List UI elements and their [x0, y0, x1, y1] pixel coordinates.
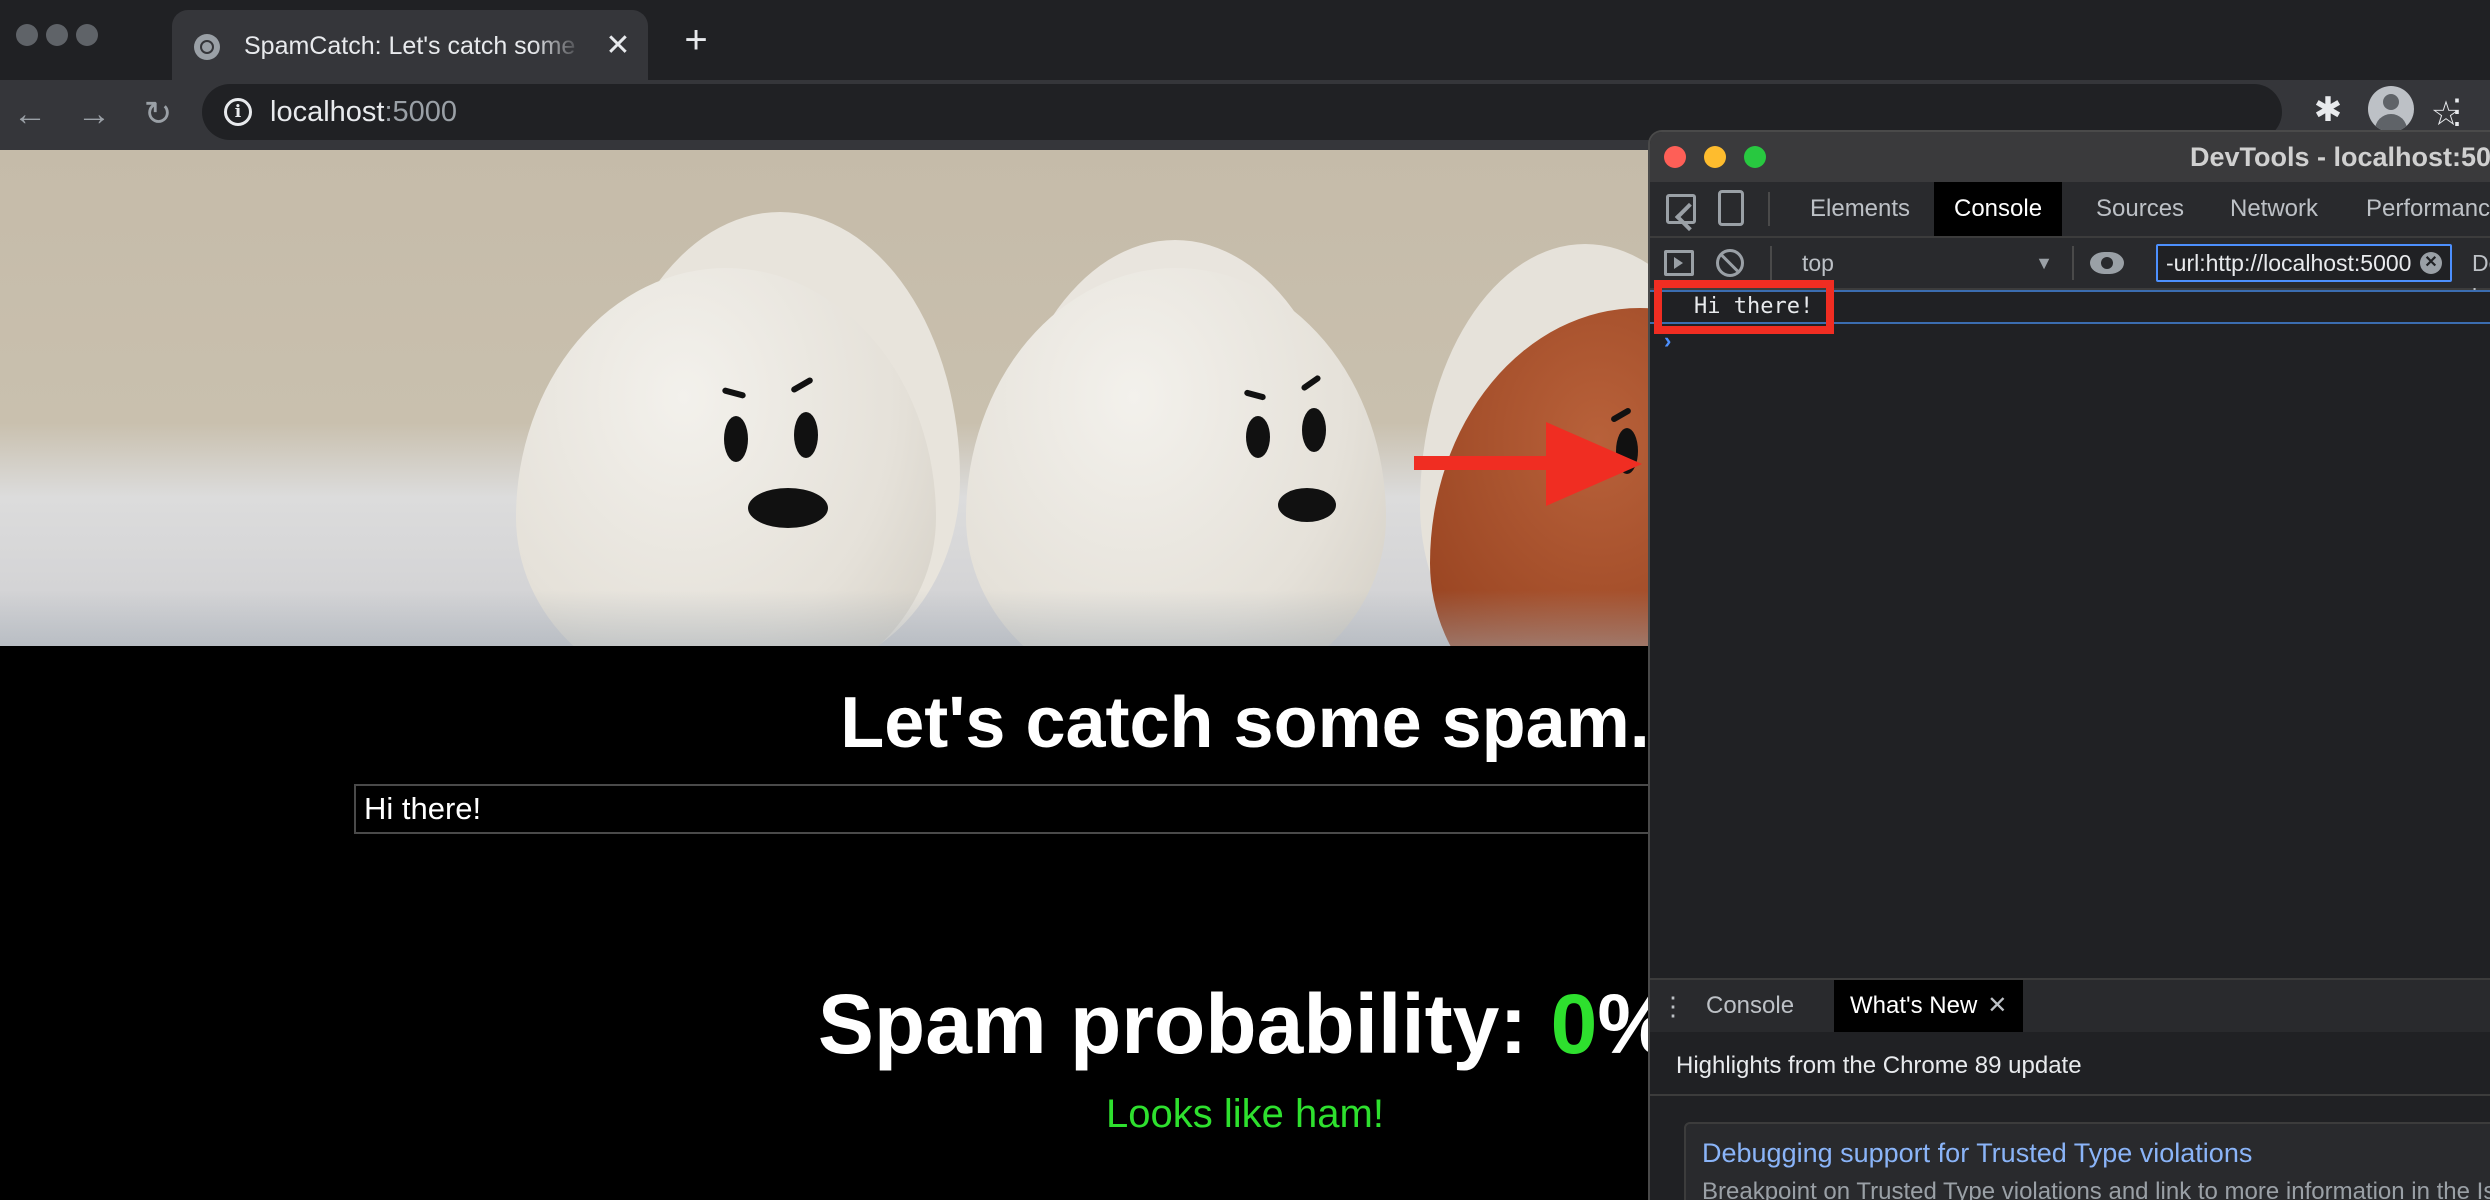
js-context-select[interactable]: top — [1792, 246, 2072, 280]
devtools-titlebar: DevTools - localhost:5000 — [1650, 132, 2490, 182]
window-zoom-button[interactable] — [76, 24, 98, 46]
probability-label: Spam probability: — [817, 977, 1551, 1071]
console-prompt-icon[interactable]: › — [1664, 328, 1671, 354]
devtools-title: DevTools - localhost:5000 — [2190, 142, 2490, 172]
globe-icon — [194, 34, 220, 60]
drawer-menu-icon[interactable]: ⋮ — [1660, 990, 1686, 1022]
egg-brow — [1243, 389, 1267, 401]
extensions-puzzle-icon[interactable]: ✱ — [2308, 90, 2348, 130]
tab-performance[interactable]: Performance — [2346, 182, 2490, 236]
devtools-close-button[interactable] — [1664, 146, 1686, 168]
feature-card-title[interactable]: Debugging support for Trusted Type viola… — [1702, 1138, 2252, 1169]
tab-sources[interactable]: Sources — [2076, 182, 2204, 236]
console-sidebar-icon[interactable] — [1664, 250, 1694, 276]
egg-brow — [1300, 374, 1322, 392]
inspect-element-icon[interactable] — [1666, 194, 1696, 224]
tab-strip: SpamCatch: Let's catch some spam. ✕ + — [0, 0, 2490, 82]
egg-mouth — [748, 488, 828, 528]
reload-icon[interactable]: ↻ — [138, 94, 178, 134]
divider — [1768, 192, 1770, 226]
devtools-minimize-button[interactable] — [1704, 146, 1726, 168]
new-tab-button[interactable]: + — [676, 20, 716, 60]
feature-card[interactable]: Debugging support for Trusted Type viola… — [1684, 1122, 2490, 1200]
tab-console[interactable]: Console — [1934, 182, 2063, 236]
egg-brow — [1609, 406, 1633, 424]
egg-mouth — [1278, 488, 1336, 522]
url-text[interactable]: localhost:5000 — [270, 94, 457, 130]
highlights-heading: Highlights from the Chrome 89 update — [1676, 1052, 2082, 1079]
devtools-tabbar: Elements Console Sources Network Perform… — [1650, 182, 2490, 238]
divider — [1650, 1094, 2490, 1096]
browser-tab[interactable]: SpamCatch: Let's catch some spam. ✕ — [172, 10, 648, 82]
back-arrow-icon[interactable]: ← — [10, 94, 50, 134]
egg-brow — [721, 386, 747, 400]
whats-new-panel: Highlights from the Chrome 89 update Deb… — [1650, 1032, 2490, 1200]
tab-close-icon[interactable]: ✕ — [602, 30, 634, 62]
annotation-highlight-box — [1654, 280, 1834, 334]
drawer-tab-console[interactable]: Console — [1690, 980, 1810, 1032]
divider — [1770, 246, 1772, 280]
url-port: :5000 — [384, 96, 458, 128]
egg-brow — [790, 376, 814, 394]
egg-eye — [1302, 408, 1326, 452]
devtools-zoom-button[interactable] — [1744, 146, 1766, 168]
tab-title: SpamCatch: Let's catch some spam. — [244, 32, 584, 60]
drawer-tab-label: What's New — [1850, 992, 1978, 1019]
annotation-arrowhead-icon — [1546, 422, 1642, 506]
tab-network[interactable]: Network — [2210, 182, 2338, 236]
egg-eye — [724, 416, 748, 462]
console-output[interactable]: Hi there! › — [1650, 280, 2490, 978]
browser-menu-icon[interactable]: ⋮ — [2440, 92, 2474, 132]
devtools-window: DevTools - localhost:5000 Elements Conso… — [1648, 130, 2490, 1200]
window-close-button[interactable] — [16, 24, 38, 46]
console-filter-input[interactable] — [2156, 244, 2452, 282]
drawer-tabbar: ⋮ Console What's New ✕ — [1650, 978, 2490, 1034]
profile-avatar-icon[interactable] — [2368, 86, 2414, 132]
tab-elements[interactable]: Elements — [1790, 182, 1930, 236]
dropdown-arrow-icon[interactable]: ▼ — [2032, 246, 2056, 280]
site-info-icon[interactable]: i — [224, 98, 252, 126]
close-icon[interactable]: ✕ — [1977, 992, 2007, 1019]
egg-eye — [1246, 416, 1270, 458]
device-toolbar-icon[interactable] — [1718, 190, 1744, 226]
drawer-tab-whats-new[interactable]: What's New ✕ — [1834, 980, 2024, 1032]
filter-clear-icon[interactable]: ✕ — [2420, 252, 2442, 274]
feature-card-description: Breakpoint on Trusted Type violations an… — [1702, 1178, 2490, 1200]
window-minimize-button[interactable] — [46, 24, 68, 46]
clear-console-icon[interactable] — [1716, 249, 1744, 277]
divider — [2072, 246, 2074, 280]
egg-eye — [794, 412, 818, 458]
probability-value: 0 — [1550, 977, 1598, 1071]
forward-arrow-icon[interactable]: → — [74, 94, 114, 134]
live-expression-eye-icon[interactable] — [2090, 252, 2124, 274]
url-host: localhost — [270, 96, 385, 128]
